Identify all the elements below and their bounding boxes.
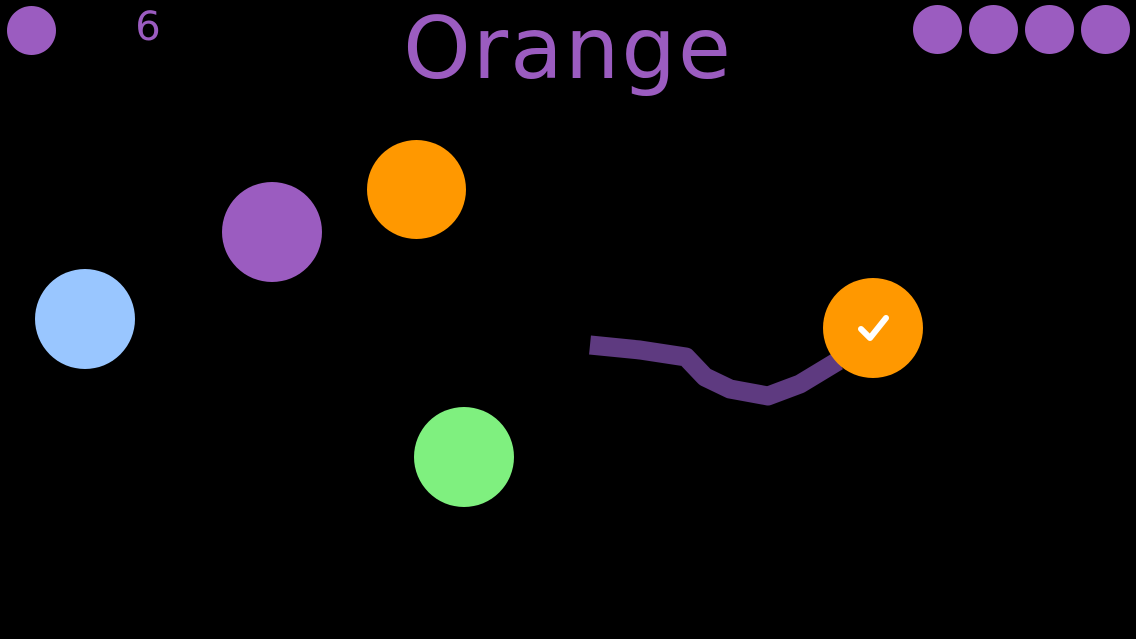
ball-light-blue[interactable]: [35, 269, 135, 369]
ball-orange-top[interactable]: [367, 140, 466, 239]
swipe-trail-path: [589, 335, 843, 406]
game-screen[interactable]: 6 Orange: [0, 0, 1136, 639]
ball-purple[interactable]: [222, 182, 322, 282]
swipe-trail: [589, 335, 843, 406]
checkmark-icon: [858, 315, 889, 341]
ball-green[interactable]: [414, 407, 514, 507]
